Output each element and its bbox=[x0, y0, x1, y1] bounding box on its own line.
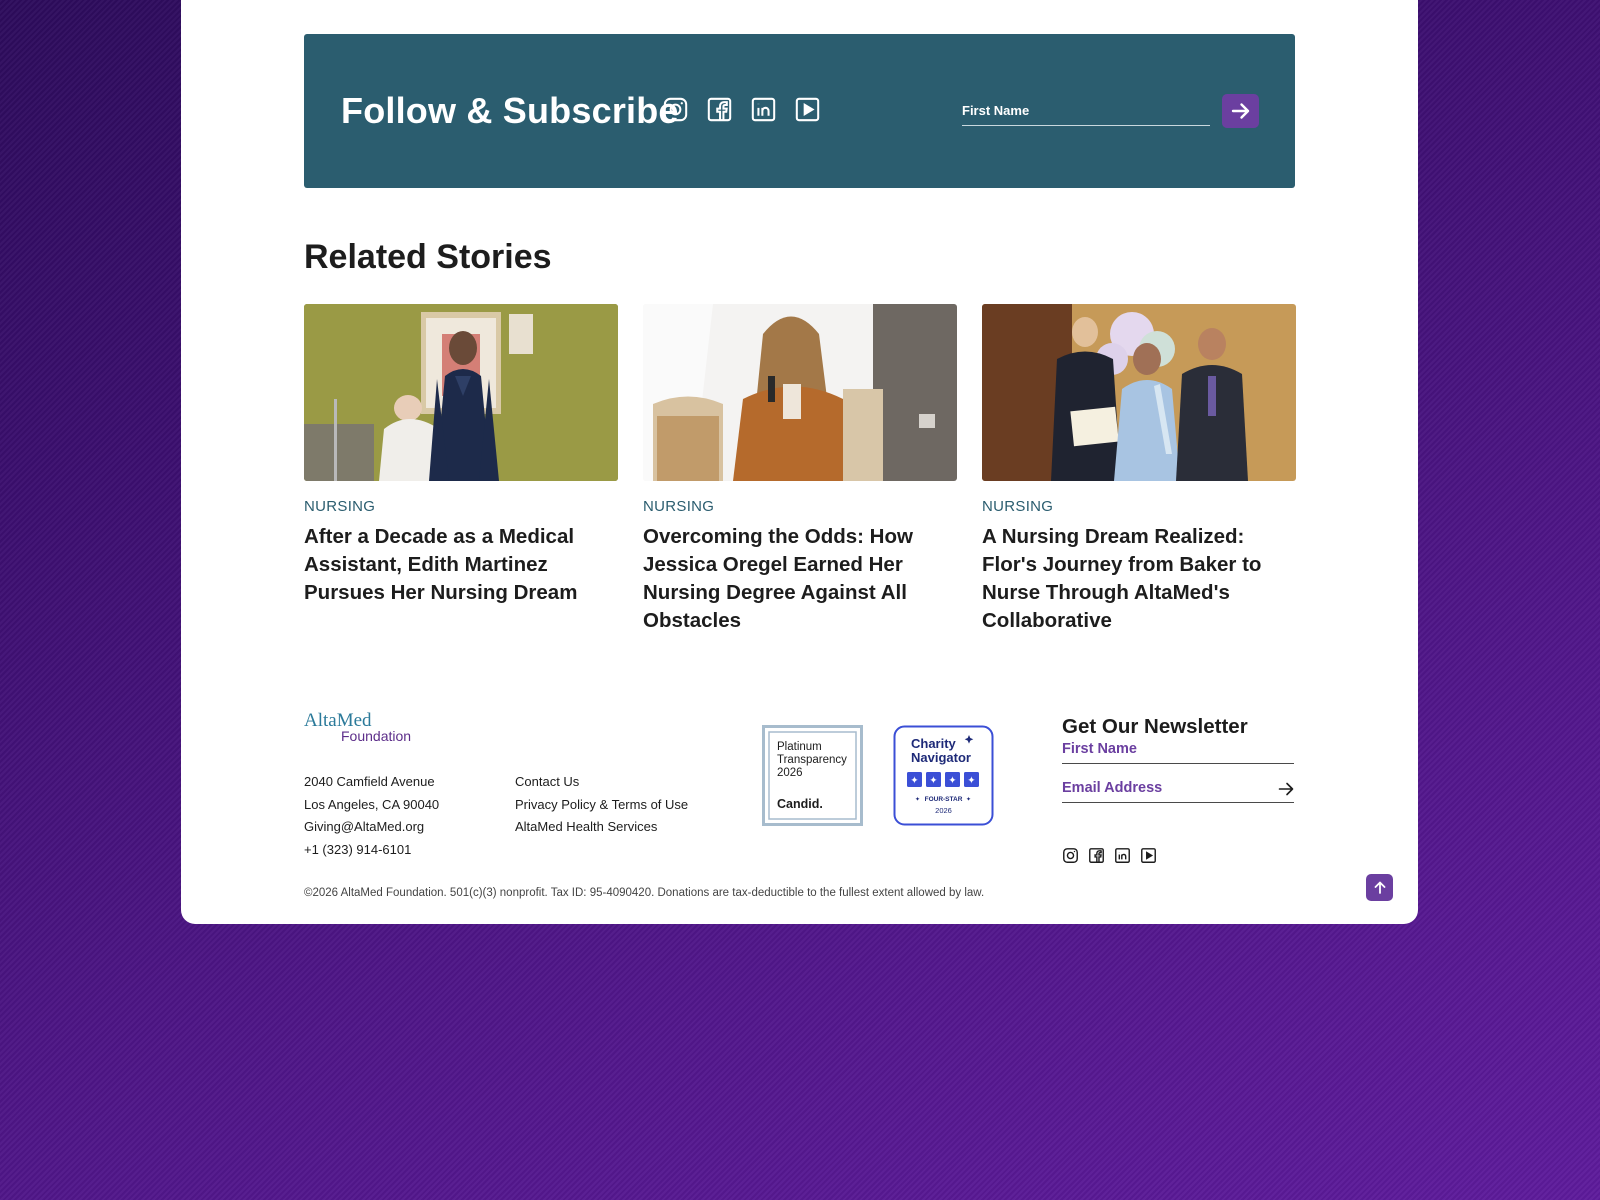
story-category: NURSING bbox=[982, 498, 1054, 515]
address-street: 2040 Camfield Avenue bbox=[304, 774, 435, 789]
contact-phone[interactable]: +1 (323) 914-6101 bbox=[304, 839, 439, 862]
story-card[interactable]: NURSING After a Decade as a Medical Assi… bbox=[304, 304, 618, 607]
linkedin-icon[interactable] bbox=[1114, 847, 1131, 864]
charity-badge-line1: Charity bbox=[911, 736, 957, 751]
charity-badge-line2: Navigator bbox=[911, 750, 971, 765]
charity-navigator-badge[interactable]: Charity Navigator ✦ ✦ ✦ ✦ FOUR-STAR ✦ ✦ 202… bbox=[893, 725, 994, 826]
arrow-up-icon bbox=[1374, 881, 1385, 894]
candid-badge-line2: Transparency bbox=[777, 754, 847, 766]
candid-transparency-badge[interactable]: Platinum Transparency 2026 Candid. bbox=[762, 725, 863, 826]
subscribe-first-name-input[interactable] bbox=[962, 103, 1210, 118]
page-content: Follow & Subscribe First Name Related St… bbox=[181, 0, 1418, 924]
newsletter-title: Get Our Newsletter bbox=[1062, 715, 1248, 738]
story-card[interactable]: NURSING Overcoming the Odds: How Jessica… bbox=[643, 304, 957, 635]
subscribe-title: Follow & Subscribe bbox=[341, 90, 679, 131]
youtube-icon[interactable] bbox=[1140, 847, 1157, 864]
story-headline[interactable]: Overcoming the Odds: How Jessica Oregel … bbox=[643, 523, 957, 635]
facebook-icon[interactable] bbox=[1088, 847, 1105, 864]
newsletter-first-name-field bbox=[1062, 740, 1294, 764]
newsletter-email-field bbox=[1062, 779, 1294, 803]
logo-subtitle: Foundation bbox=[341, 728, 411, 744]
footer-address: 2040 Camfield Avenue Los Angeles, CA 900… bbox=[304, 771, 439, 861]
candid-badge-line1: Platinum bbox=[777, 741, 822, 753]
svg-text:✦: ✦ bbox=[967, 776, 975, 787]
story-headline[interactable]: A Nursing Dream Realized: Flor's Journey… bbox=[982, 523, 1296, 635]
copyright-text: ©2026 AltaMed Foundation. 501(c)(3) nonp… bbox=[304, 887, 985, 899]
story-image[interactable] bbox=[304, 304, 618, 481]
facebook-icon[interactable] bbox=[706, 96, 733, 123]
candid-badge-brand: Candid. bbox=[777, 797, 823, 811]
charity-badge-year: 2026 bbox=[935, 806, 952, 815]
instagram-icon[interactable] bbox=[662, 96, 689, 123]
story-category: NURSING bbox=[643, 498, 715, 515]
subscribe-first-name-field bbox=[962, 102, 1210, 126]
subscribe-banner: Follow & Subscribe bbox=[304, 34, 1295, 188]
footer-links: Contact Us Privacy Policy & Terms of Use… bbox=[515, 771, 688, 839]
related-stories-title: Related Stories bbox=[304, 238, 552, 276]
footer-link-privacy[interactable]: Privacy Policy & Terms of Use bbox=[515, 794, 688, 817]
instagram-icon[interactable] bbox=[1062, 847, 1079, 864]
svg-text:✦: ✦ bbox=[966, 796, 971, 803]
footer-link-contact[interactable]: Contact Us bbox=[515, 771, 688, 794]
youtube-icon[interactable] bbox=[794, 96, 821, 123]
candid-badge-year: 2026 bbox=[777, 767, 803, 779]
contact-email[interactable]: Giving@AltaMed.org bbox=[304, 816, 439, 839]
address-city: Los Angeles, CA 90040 bbox=[304, 796, 440, 812]
story-card[interactable]: NURSING A Nursing Dream Realized: Flor's… bbox=[982, 304, 1296, 635]
svg-text:✦: ✦ bbox=[948, 776, 956, 787]
back-to-top-button[interactable] bbox=[1366, 874, 1393, 901]
footer-social-links bbox=[1062, 847, 1157, 864]
svg-text:✦: ✦ bbox=[915, 796, 920, 803]
altamed-foundation-logo[interactable]: AltaMed Foundation bbox=[304, 710, 420, 744]
story-category: NURSING bbox=[304, 498, 376, 515]
footer-link-health-services[interactable]: AltaMed Health Services bbox=[515, 816, 688, 839]
arrow-right-icon bbox=[1231, 103, 1249, 119]
svg-text:✦: ✦ bbox=[910, 776, 918, 787]
newsletter-email-input[interactable] bbox=[1062, 780, 1294, 796]
newsletter-first-name-input[interactable] bbox=[1062, 741, 1294, 757]
story-image[interactable] bbox=[982, 304, 1296, 481]
charity-badge-rating: FOUR-STAR bbox=[925, 796, 963, 803]
newsletter-submit-arrow-icon[interactable] bbox=[1278, 781, 1294, 797]
svg-text:✦: ✦ bbox=[929, 776, 937, 787]
linkedin-icon[interactable] bbox=[750, 96, 777, 123]
subscribe-submit-button[interactable] bbox=[1222, 94, 1259, 128]
story-headline[interactable]: After a Decade as a Medical Assistant, E… bbox=[304, 523, 618, 607]
subscribe-social-links bbox=[662, 96, 821, 123]
story-image[interactable] bbox=[643, 304, 957, 481]
